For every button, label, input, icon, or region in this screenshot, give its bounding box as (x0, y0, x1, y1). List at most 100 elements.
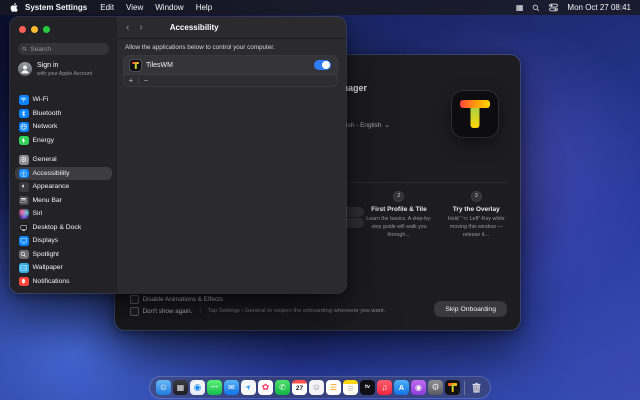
dock-mail[interactable]: ✉ (224, 380, 239, 395)
remove-app-button[interactable]: − (139, 77, 153, 85)
dock-tv[interactable]: tv (360, 380, 375, 395)
dock-finder[interactable]: ☺ (156, 380, 171, 395)
dock-messages[interactable]: ⋯ (207, 380, 222, 395)
search-input[interactable] (30, 46, 105, 53)
dock-notes[interactable]: ☰ (343, 380, 358, 395)
step-3-column: 3 Try the Overlay Hold “⌥ Left”-Key whil… (438, 192, 515, 240)
avatar (18, 62, 32, 76)
dock-podcasts[interactable]: ◉ (411, 380, 426, 395)
control-center-icon[interactable] (549, 3, 558, 12)
menu-bar-icon (19, 196, 29, 206)
add-app-button[interactable]: + (124, 77, 138, 85)
sidebar-item-spotlight[interactable]: Spotlight (15, 248, 112, 262)
dock-launchpad[interactable]: ▦ (173, 380, 188, 395)
dock-trash[interactable] (469, 380, 484, 395)
settings-sidebar: Sign in with your Apple Account Wi-Fi Bl… (10, 17, 118, 293)
gear-icon: ⚙ (19, 155, 29, 165)
step-2-description: Learn the basics. A step-by-step guide w… (364, 216, 433, 240)
dont-show-again-label: Don't show again. (143, 308, 193, 315)
app-name: TilesWM (146, 62, 173, 69)
sign-in-row[interactable]: Sign in with your Apple Account (18, 62, 92, 77)
sign-in-subtitle: with your Apple Account (37, 71, 92, 77)
hint-divider: | (199, 308, 201, 314)
sidebar-item-wifi[interactable]: Wi-Fi (15, 93, 112, 107)
tileswm-toggle[interactable] (314, 60, 331, 70)
dock-app-store[interactable]: A (394, 380, 409, 395)
desktop-dock-icon (19, 223, 29, 233)
settings-search-field[interactable] (18, 43, 109, 55)
dock-separator (464, 381, 465, 395)
magnifier-icon (19, 250, 29, 260)
list-footer: + − (124, 74, 337, 86)
sidebar-item-appearance[interactable]: ◐ Appearance (15, 180, 112, 194)
sidebar-item-notifications[interactable]: Notifications (15, 275, 112, 289)
zoom-button[interactable] (43, 26, 50, 33)
app-row-tileswm[interactable]: TilesWM (124, 56, 337, 74)
menubar-app-name[interactable]: System Settings (18, 3, 94, 12)
bell-icon (19, 277, 29, 287)
sidebar-item-bluetooth[interactable]: Bluetooth (15, 107, 112, 121)
settings-content-pane: ‹ › Accessibility Allow the applications… (117, 17, 346, 293)
dont-show-again-checkbox[interactable] (130, 307, 139, 316)
menu-help[interactable]: Help (190, 3, 218, 12)
desktop: System Settings Edit View Window Help ▦ … (0, 0, 640, 400)
onboarding-hint: Tap Settings › General to reopen the onb… (208, 308, 385, 314)
accessibility-icon (19, 169, 29, 179)
tileswm-mini-icon (130, 60, 141, 71)
apple-menu[interactable] (9, 2, 18, 13)
dock-contacts[interactable]: ☺ (309, 380, 324, 395)
close-button[interactable] (19, 26, 26, 33)
display-icon (19, 236, 29, 246)
dock-maps[interactable]: ➤ (241, 380, 256, 395)
dock-safari[interactable]: ◉ (190, 380, 205, 395)
sidebar-item-energy[interactable]: Energy (15, 134, 112, 148)
dock-facetime[interactable]: ✆ (275, 380, 290, 395)
disable-animations-checkbox-row[interactable]: Disable Animations & Effects (130, 295, 223, 304)
back-chevron-icon[interactable]: ‹ (121, 23, 134, 33)
sidebar-nav: Wi-Fi Bluetooth Network (15, 93, 112, 288)
skip-onboarding-button[interactable]: Skip Onboarding (435, 302, 506, 316)
sidebar-item-displays[interactable]: Displays (15, 234, 112, 248)
search-icon (22, 46, 27, 52)
step-3-description: Hold “⌥ Left”-Key while moving this wind… (442, 216, 511, 240)
sidebar-item-desktop-dock[interactable]: Desktop & Dock (15, 221, 112, 235)
bluetooth-icon (19, 109, 29, 119)
menu-window[interactable]: Window (149, 3, 189, 12)
disable-animations-checkbox[interactable] (130, 295, 139, 304)
step-2-title: First Profile & Tile (364, 206, 433, 213)
sidebar-item-network[interactable]: Network (15, 120, 112, 134)
sidebar-item-accessibility[interactable]: Accessibility (15, 167, 112, 181)
chevron-down-icon: ⌄ (384, 121, 389, 129)
menu-view[interactable]: View (120, 3, 149, 12)
menubar-clock[interactable]: Mon Oct 27 08:41 (567, 3, 631, 12)
tileswm-status-icon[interactable]: ▦ (516, 3, 524, 12)
dock-music[interactable]: ♫ (377, 380, 392, 395)
system-settings-window: Sign in with your Apple Account Wi-Fi Bl… (10, 17, 346, 293)
sidebar-item-wallpaper[interactable]: Wallpaper (15, 261, 112, 275)
dock-calendar[interactable]: 27 (292, 380, 307, 395)
dock-photos[interactable]: ✿ (258, 380, 273, 395)
tileswm-icon-bar (460, 100, 490, 108)
dont-show-again-row: Don't show again. | Tap Settings › Gener… (130, 307, 385, 316)
siri-icon (19, 209, 29, 219)
forward-chevron-icon[interactable]: › (134, 23, 147, 33)
accessibility-description: Allow the applications below to control … (125, 44, 338, 51)
apple-logo-icon (9, 2, 18, 13)
minimize-button[interactable] (31, 26, 38, 33)
dock-system-settings[interactable]: ⚙ (428, 380, 443, 395)
step-3-number-badge: 3 (472, 192, 481, 201)
spotlight-search-icon[interactable] (532, 4, 540, 12)
sign-in-title: Sign in (37, 62, 92, 71)
wifi-icon (19, 95, 29, 105)
dock-tileswm[interactable] (445, 380, 460, 395)
sidebar-item-siri[interactable]: Siri (15, 207, 112, 221)
step-2-number-badge: 2 (394, 192, 403, 201)
menu-edit[interactable]: Edit (94, 3, 120, 12)
sidebar-item-menu-bar[interactable]: Menu Bar (15, 194, 112, 208)
person-icon (19, 63, 31, 75)
step-2-column: 2 First Profile & Tile Learn the basics.… (360, 192, 437, 240)
trash-icon (471, 382, 482, 394)
dock-reminders[interactable]: ☰ (326, 380, 341, 395)
page-title: Accessibility (170, 23, 219, 32)
sidebar-item-general[interactable]: ⚙ General (15, 153, 112, 167)
